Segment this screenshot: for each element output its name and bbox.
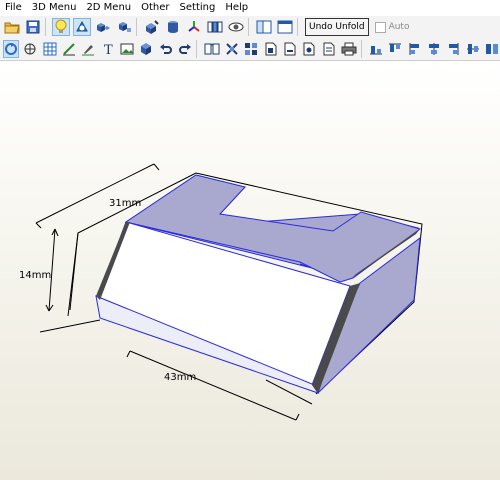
box-paint-icon[interactable] — [143, 18, 161, 36]
align-2-icon[interactable] — [387, 40, 403, 58]
bulb-icon[interactable] — [52, 18, 70, 36]
auto-label: Auto — [388, 22, 410, 32]
undo-arrow-icon[interactable] — [158, 40, 174, 58]
align-3-icon[interactable] — [406, 40, 422, 58]
svg-text:T: T — [104, 43, 113, 56]
image-icon[interactable] — [119, 40, 135, 58]
page-d-icon[interactable] — [321, 40, 337, 58]
cube-select-icon[interactable] — [138, 40, 154, 58]
align-5-icon[interactable] — [445, 40, 461, 58]
cross-pattern-icon[interactable] — [224, 40, 240, 58]
toolbar-separator — [136, 18, 137, 36]
checkbox-box[interactable] — [374, 21, 386, 33]
open-folder-icon[interactable] — [3, 18, 21, 36]
model-view[interactable]: 31mm 14mm 43mm — [0, 61, 500, 480]
menu-bar: File 3D Menu 2D Menu Other Setting Help — [0, 0, 500, 16]
printer-icon[interactable] — [340, 40, 358, 58]
toolbar-separator — [196, 40, 198, 58]
menu-file[interactable]: File — [0, 0, 27, 16]
page-c-icon[interactable] — [301, 40, 317, 58]
page-a-icon[interactable] — [263, 40, 279, 58]
align-6-icon[interactable] — [464, 40, 480, 58]
grid-snap-icon[interactable] — [42, 40, 58, 58]
menu-other[interactable]: Other — [136, 0, 174, 16]
toolbar-separator — [297, 18, 298, 36]
save-icon[interactable] — [24, 18, 42, 36]
layers-grid-icon[interactable] — [243, 40, 259, 58]
dimension-label-height: 14mm — [19, 270, 51, 281]
align-7-icon[interactable] — [484, 40, 500, 58]
text-icon[interactable]: T — [100, 40, 116, 58]
eye-icon[interactable] — [227, 18, 245, 36]
toolbar-separator — [248, 18, 249, 36]
undo-unfold-button[interactable]: Undo Unfold — [305, 18, 369, 36]
cubes-a-icon[interactable] — [94, 18, 112, 36]
cylinder-icon[interactable] — [164, 18, 182, 36]
page-b-icon[interactable] — [282, 40, 298, 58]
menu-2d[interactable]: 2D Menu — [81, 0, 136, 16]
redo-arrow-icon[interactable] — [177, 40, 193, 58]
panel-window-icon[interactable] — [276, 18, 294, 36]
axes-icon[interactable] — [185, 18, 203, 36]
pan-icon[interactable] — [22, 40, 38, 58]
toolbar-separator — [45, 18, 46, 36]
menu-setting[interactable]: Setting — [175, 0, 221, 16]
dimension-label-width: 31mm — [109, 198, 141, 209]
auto-checkbox[interactable]: Auto — [374, 21, 410, 33]
3d-viewport[interactable]: 31mm 14mm 43mm — [0, 61, 500, 480]
rotate-icon[interactable] — [3, 40, 20, 58]
menu-3d[interactable]: 3D Menu — [27, 0, 82, 16]
book-open-icon[interactable] — [203, 40, 221, 58]
toolbar-separator — [360, 40, 362, 58]
3d-view-icon[interactable] — [73, 18, 91, 36]
drawing-toolbar: T — [0, 38, 500, 61]
align-4-icon[interactable] — [426, 40, 442, 58]
unfold-panels-icon[interactable] — [206, 18, 224, 36]
cubes-b-icon[interactable] — [115, 18, 133, 36]
dimension-label-length: 43mm — [164, 372, 196, 383]
brush-icon[interactable] — [80, 40, 96, 58]
main-toolbar: Undo Unfold Auto — [0, 16, 500, 39]
panel-left-icon[interactable] — [255, 18, 273, 36]
menu-help[interactable]: Help — [220, 0, 253, 16]
align-1-icon[interactable] — [368, 40, 384, 58]
pen-line-icon[interactable] — [61, 40, 77, 58]
